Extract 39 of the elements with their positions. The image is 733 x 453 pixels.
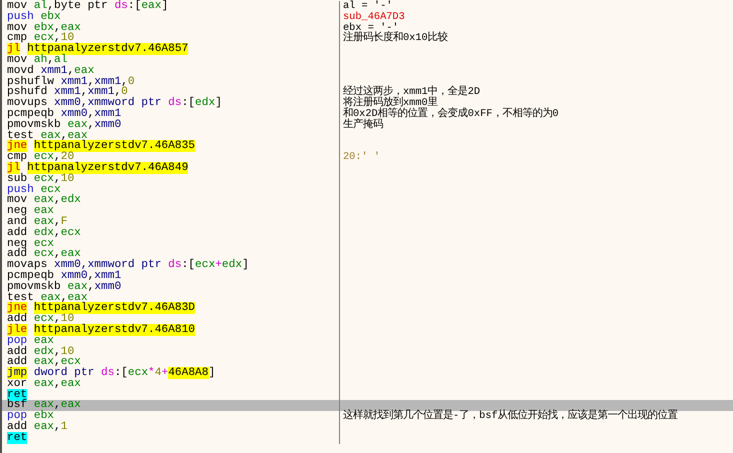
instruction: jle httpanalyzerstdv7.46A810 [7, 324, 196, 336]
instruction: movd xmm1,eax [7, 66, 95, 77]
instruction: mov eax,edx [7, 195, 82, 206]
instruction: push ecx [7, 184, 62, 196]
label-comment: sub_46A7D3 [343, 12, 406, 23]
comment: 20:' ' [343, 152, 382, 163]
instruction: movups xmm0,xmmword ptr ds:[edx] [7, 98, 223, 109]
instruction: neg eax [7, 206, 56, 217]
instruction: neg ecx [7, 238, 56, 250]
comment: 生产掩码 [343, 120, 384, 131]
instruction: jmp dword ptr ds:[ecx*4+46A8A8] [7, 368, 216, 379]
instruction: bsf eax,eax [7, 400, 82, 412]
instruction: mov ebx,eax [7, 22, 82, 34]
instruction: pmovmskb eax,xmm0 [7, 120, 122, 131]
instruction: add eax,1 [7, 422, 68, 433]
instruction: pcmpeqb xmm0,xmm1 [7, 270, 122, 282]
comment: 注册码长度和0x10比较 [343, 33, 449, 44]
instruction: xor eax,eax [7, 378, 82, 390]
instruction: pop eax [7, 336, 56, 346]
instruction: pmovmskb eax,xmm0 [7, 282, 122, 293]
instruction: ret [7, 432, 28, 444]
instruction: add ecx,eax [7, 249, 82, 260]
instruction: pcmpeqb xmm0,xmm1 [7, 108, 122, 120]
instruction: movaps xmm0,xmmword ptr ds:[ecx+edx] [7, 260, 250, 271]
instruction: jne httpanalyzerstdv7.46A835 [7, 141, 196, 152]
instruction: cmp ecx,20 [7, 152, 74, 163]
instruction: jl httpanalyzerstdv7.46A849 [7, 162, 190, 174]
instruction: add edx,ecx [7, 228, 82, 239]
comment: al = '-' [343, 1, 392, 12]
instruction: mov al,byte ptr ds:[eax] [7, 1, 170, 12]
instruction: add ecx,10 [7, 314, 74, 325]
instruction: push ebx [7, 12, 62, 23]
comment: 这样就找到第几个位置是-了，bsf从低位开始找，应该是第一个出现的位置 [343, 411, 679, 422]
instruction: sub ecx,10 [7, 174, 76, 185]
instruction: and eax,F [7, 216, 68, 228]
instruction: mov ah,al [7, 54, 68, 66]
instruction: pshufd xmm1,xmm1,0 [7, 87, 128, 98]
instruction: jl httpanalyzerstdv7.46A857 [7, 44, 190, 55]
instruction: pshuflw xmm1,xmm1,0 [7, 76, 136, 88]
